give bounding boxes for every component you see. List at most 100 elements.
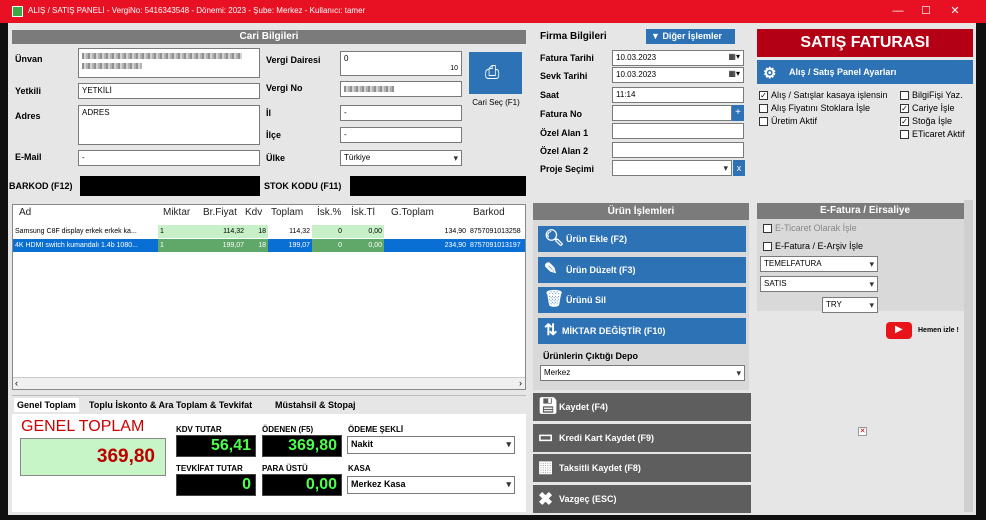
- tab-mustahsil[interactable]: Müstahsil & Stopaj: [275, 400, 356, 410]
- odeme-sekli-select[interactable]: Nakit: [347, 436, 515, 454]
- ulke-select[interactable]: Türkiye: [340, 150, 462, 166]
- earsiv-isle-checkbox[interactable]: E-Fatura / E-Arşiv İşle: [763, 241, 863, 252]
- trash-icon: 🗑︎: [544, 291, 565, 308]
- vazgec-button[interactable]: ✖ Vazgeç (ESC): [533, 485, 751, 513]
- il-label: İl: [266, 108, 272, 118]
- kdv-tutar-label: KDV TUTAR: [176, 425, 222, 434]
- urun-islemleri-header: Ürün İşlemleri: [533, 203, 749, 220]
- uretim-aktif-checkbox[interactable]: Üretim Aktif: [759, 116, 817, 127]
- fatura-no-add-button[interactable]: +: [732, 105, 744, 121]
- urun-ekle-button[interactable]: 🔍︎ Ürün Ekle (F2): [538, 226, 746, 252]
- proje-clear-button[interactable]: x: [733, 160, 745, 176]
- odenen-input[interactable]: 369,80: [262, 435, 342, 457]
- title-bar: ALIŞ / SATIŞ PANELİ - VergiNo: 541634354…: [0, 0, 986, 23]
- miktar-degistir-button[interactable]: ⇅ MİKTAR DEĞİŞTİR (F10): [538, 318, 746, 344]
- kasa-select[interactable]: Merkez Kasa: [347, 476, 515, 494]
- vergi-no-field[interactable]: [340, 81, 462, 97]
- minimize-button[interactable]: —: [884, 3, 912, 20]
- tab-toplu-iskonto[interactable]: Toplu İskonto & Ara Toplam & Tevkifat: [89, 400, 252, 410]
- fatura-senaryo-select[interactable]: SATIS: [760, 276, 878, 292]
- cell-isk-tl: 0,00: [344, 225, 384, 238]
- vergi-dairesi-label: Vergi Dairesi: [266, 55, 321, 65]
- cell-barkod: 8757091013197: [470, 242, 521, 249]
- ozel-alan-1-field[interactable]: [612, 123, 744, 139]
- quantity-icon: ⇅: [544, 322, 558, 339]
- panel-ayarlari-button[interactable]: ⚙ Alış / Satış Panel Ayarları: [757, 60, 973, 84]
- sevk-tarihi-field[interactable]: 10.03.2023 ▦▾: [612, 67, 744, 83]
- col-ad[interactable]: Ad: [19, 207, 31, 218]
- col-toplam[interactable]: Toplam: [271, 207, 303, 218]
- email-label: E-Mail: [15, 152, 42, 162]
- col-g-toplam[interactable]: G.Toplam: [391, 207, 434, 218]
- youtube-icon[interactable]: ▶: [886, 322, 912, 339]
- tevkifat-tutar-label: TEVKİFAT TUTAR: [176, 464, 243, 473]
- product-table[interactable]: Ad Miktar Br.Fiyat Kdv Toplam İsk.% İsk.…: [12, 204, 526, 390]
- adres-field[interactable]: ADRES: [78, 105, 260, 145]
- hemen-izle-link[interactable]: Hemen izle !: [918, 327, 959, 334]
- depo-select[interactable]: Merkez: [540, 365, 745, 381]
- gear-icon: ⚙: [763, 65, 777, 82]
- diger-islemler-button[interactable]: ▼ Diğer İşlemler: [646, 29, 735, 44]
- fatura-no-field[interactable]: [612, 105, 732, 121]
- para-ustu-label: PARA ÜSTÜ: [262, 464, 308, 473]
- ozel-alan-2-label: Özel Alan 2: [540, 146, 589, 156]
- table-row[interactable]: Samsung C8F display erkek erkek ka... 1 …: [13, 225, 525, 238]
- proje-select[interactable]: [612, 160, 732, 176]
- yetkili-field[interactable]: YETKİLİ: [78, 83, 260, 99]
- col-br-fiyat[interactable]: Br.Fiyat: [203, 207, 237, 218]
- urun-ekle-label: Ürün Ekle (F2): [566, 234, 628, 244]
- barkod-input[interactable]: [80, 176, 260, 196]
- il-field[interactable]: -: [340, 105, 462, 121]
- ozel-alan-2-field[interactable]: [612, 142, 744, 158]
- unvan-field[interactable]: [78, 48, 260, 78]
- calendar-icon[interactable]: ▦▾: [728, 51, 740, 63]
- close-button[interactable]: ✕: [941, 3, 969, 20]
- odenen-label: ÖDENEN (F5): [262, 425, 314, 434]
- ulke-label: Ülke: [266, 153, 286, 163]
- stok-kodu-input[interactable]: [350, 176, 526, 196]
- bilgi-fisi-checkbox[interactable]: BilgiFişi Yaz.: [900, 90, 963, 101]
- cari-sec-button[interactable]: ⎙: [469, 52, 522, 94]
- cariye-isle-checkbox[interactable]: ✓ Cariye İşle: [900, 103, 955, 114]
- fatura-tipi-select[interactable]: TEMELFATURA: [760, 256, 878, 272]
- kaydet-button[interactable]: 💾︎ Kaydet (F4): [533, 393, 751, 421]
- bilgi-fisi-label: BilgiFişi Yaz.: [912, 90, 963, 100]
- para-ustu-value: 0,00: [262, 474, 342, 496]
- kredi-kart-button[interactable]: ▭ Kredi Kart Kaydet (F9): [533, 424, 751, 452]
- email-field[interactable]: -: [78, 150, 260, 166]
- urun-duzelt-button[interactable]: ✎ Ürün Düzelt (F3): [538, 257, 746, 283]
- fatura-tarihi-field[interactable]: 10.03.2023 ▦▾: [612, 50, 744, 66]
- cell-kdv: 18: [246, 225, 268, 238]
- col-isk-yuzde[interactable]: İsk.%: [317, 207, 341, 218]
- col-isk-tl[interactable]: İsk.Tl: [351, 207, 375, 218]
- eticaret-isle-checkbox[interactable]: E-Ticaret Olarak İşle: [763, 223, 857, 234]
- tab-genel-toplam[interactable]: Genel Toplam: [14, 398, 79, 412]
- maximize-button[interactable]: ☐: [912, 3, 940, 20]
- ilce-field[interactable]: -: [340, 127, 462, 143]
- taksitli-button[interactable]: ▦ Taksitli Kaydet (F8): [533, 454, 751, 482]
- scroll-left-icon[interactable]: ‹: [15, 378, 18, 388]
- calendar-icon[interactable]: ▦▾: [728, 68, 740, 80]
- col-barkod[interactable]: Barkod: [473, 207, 505, 218]
- cell-kdv: 18: [246, 239, 268, 252]
- stoga-isle-checkbox[interactable]: ✓ Stoğa İşle: [900, 116, 952, 127]
- table-row-selected[interactable]: 4K HDMI switch kumandalı 1.4b 1080... 1 …: [13, 239, 525, 252]
- col-kdv[interactable]: Kdv: [245, 207, 262, 218]
- currency-select[interactable]: TRY: [822, 297, 878, 313]
- saat-label: Saat: [540, 90, 560, 100]
- urun-sil-button[interactable]: 🗑︎ Ürünü Sil: [538, 287, 746, 313]
- vergi-dairesi-field[interactable]: 0 10: [340, 51, 462, 76]
- cell-miktar: 1: [158, 225, 204, 238]
- eticaret-aktif-checkbox[interactable]: ETicaret Aktif: [900, 129, 965, 140]
- horizontal-scrollbar[interactable]: ‹ ›: [13, 377, 525, 389]
- scroll-right-icon[interactable]: ›: [519, 378, 522, 388]
- kredi-kart-label: Kredi Kart Kaydet (F9): [559, 433, 655, 443]
- efatura-header: E-Fatura / Eirsaliye: [757, 203, 973, 219]
- vergi-no-label: Vergi No: [266, 83, 303, 93]
- kasaya-isle-checkbox[interactable]: ✓ Alış / Satışlar kasaya işlensin: [759, 90, 888, 101]
- col-miktar[interactable]: Miktar: [163, 207, 190, 218]
- alis-fiyati-checkbox[interactable]: Alış Fiyatını Stoklara İşle: [759, 103, 870, 114]
- saat-field[interactable]: 11:14: [612, 87, 744, 103]
- play-icon: ▶: [895, 324, 903, 335]
- vertical-scrollbar[interactable]: [964, 200, 973, 512]
